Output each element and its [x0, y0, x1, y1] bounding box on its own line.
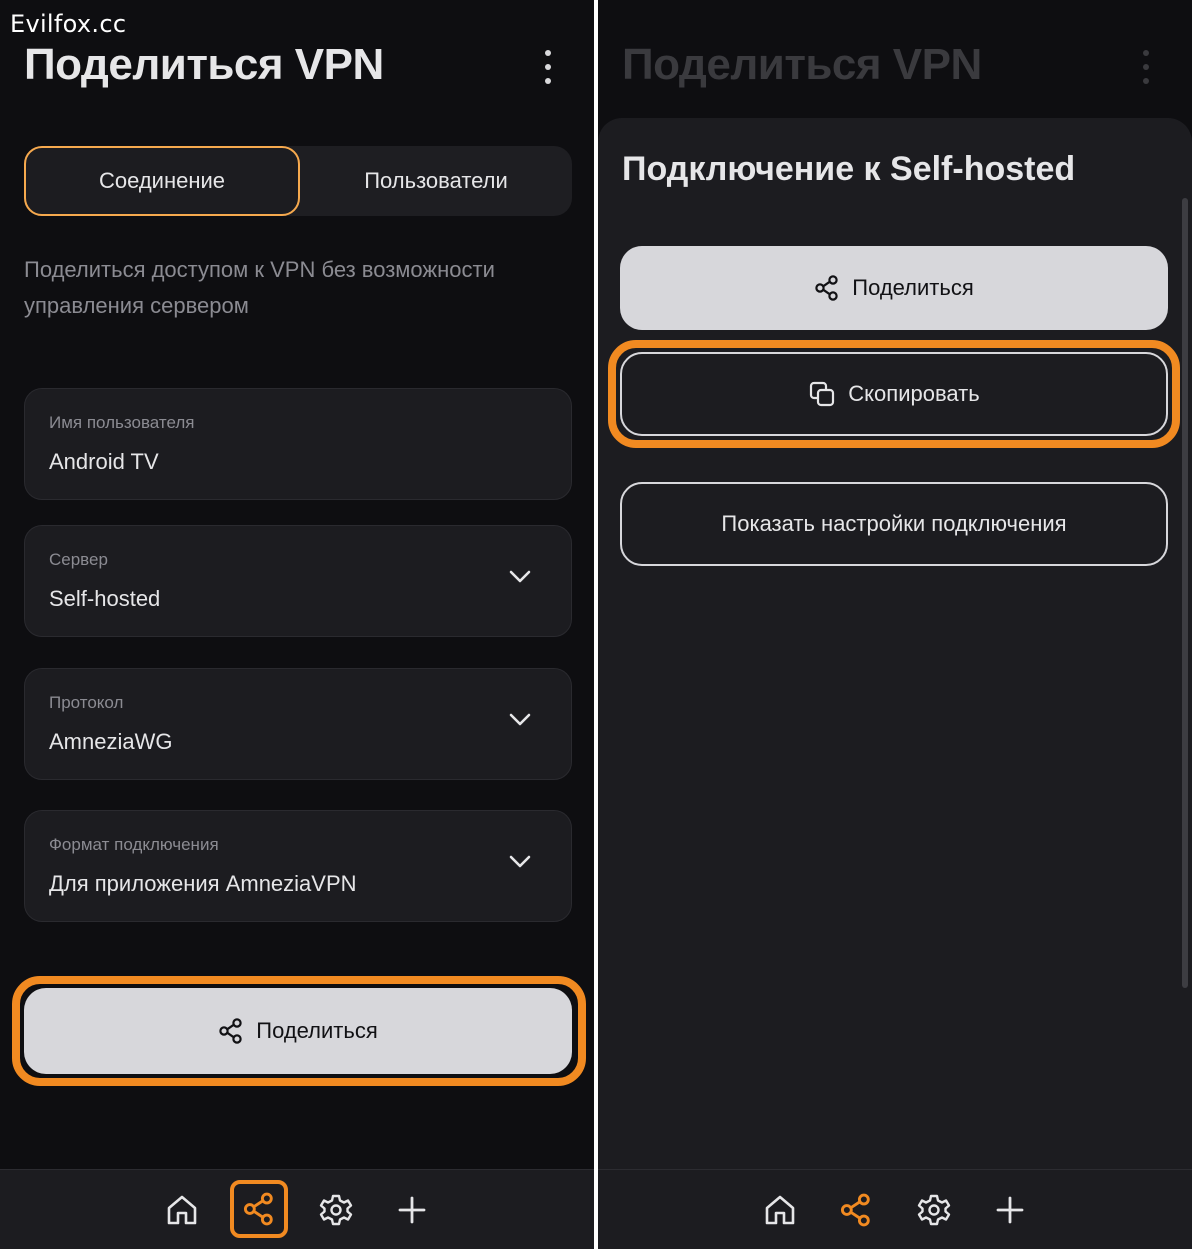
- home-icon: [167, 1195, 197, 1225]
- gear-icon: [319, 1194, 353, 1226]
- nav-add[interactable]: [386, 1184, 438, 1236]
- tab-users[interactable]: Пользователи: [300, 146, 572, 216]
- copy-icon: [810, 381, 835, 407]
- protocol-dropdown[interactable]: Протокол AmneziaWG: [24, 668, 572, 780]
- username-value: Android TV: [49, 449, 159, 474]
- chevron-down-icon: [509, 713, 531, 726]
- connection-format-label: Формат подключения: [49, 835, 219, 854]
- nav-share[interactable]: [830, 1184, 882, 1236]
- bottom-nav: [0, 1169, 594, 1249]
- plus-icon: [996, 1196, 1024, 1224]
- share-button-label: Поделиться: [852, 275, 974, 300]
- username-field[interactable]: Имя пользователя Android TV: [24, 388, 572, 500]
- share-button[interactable]: Поделиться: [620, 246, 1168, 330]
- copy-button-label: Скопировать: [848, 381, 980, 406]
- share-icon: [219, 1018, 242, 1044]
- page-title: Поделиться VPN: [622, 40, 982, 89]
- nav-settings[interactable]: [310, 1184, 362, 1236]
- home-icon: [765, 1195, 795, 1225]
- share-button[interactable]: Поделиться: [24, 988, 572, 1074]
- chevron-down-icon: [509, 855, 531, 868]
- nav-home[interactable]: [754, 1184, 806, 1236]
- tab-bar: Соединение Пользователи: [24, 146, 572, 216]
- chevron-down-icon: [509, 570, 531, 583]
- show-connection-settings-button[interactable]: Показать настройки подключения: [620, 482, 1168, 566]
- share-vpn-screen: Поделиться VPN Соединение Пользователи П…: [0, 0, 594, 1249]
- connection-format-dropdown[interactable]: Формат подключения Для приложения Amnezi…: [24, 810, 572, 922]
- watermark: Evilfox.cc: [10, 10, 127, 38]
- server-dropdown[interactable]: Сервер Self-hosted: [24, 525, 572, 637]
- bottom-sheet: Подключение к Self-hosted Поделиться Ско…: [598, 118, 1192, 1178]
- share-sheet-screen: Поделиться VPN Подключение к Self-hosted…: [598, 0, 1192, 1249]
- scrollbar[interactable]: [1182, 198, 1188, 988]
- connection-format-value: Для приложения AmneziaVPN: [49, 871, 357, 896]
- sheet-title: Подключение к Self-hosted: [622, 150, 1076, 188]
- more-menu-icon: [1140, 50, 1152, 84]
- protocol-value: AmneziaWG: [49, 729, 173, 754]
- nav-share[interactable]: [230, 1180, 288, 1238]
- server-value: Self-hosted: [49, 586, 161, 611]
- share-icon: [243, 1192, 273, 1226]
- copy-button[interactable]: Скопировать: [620, 352, 1168, 436]
- share-icon: [840, 1193, 870, 1227]
- share-icon: [815, 275, 838, 301]
- nav-home[interactable]: [156, 1184, 208, 1236]
- page-title: Поделиться VPN: [24, 40, 384, 89]
- more-menu-icon[interactable]: [542, 50, 554, 84]
- plus-icon: [398, 1196, 426, 1224]
- share-description: Поделиться доступом к VPN без возможност…: [24, 257, 495, 318]
- nav-add[interactable]: [984, 1184, 1036, 1236]
- tab-connection[interactable]: Соединение: [24, 146, 300, 216]
- bottom-nav: [598, 1169, 1192, 1249]
- share-button-label: Поделиться: [256, 1018, 378, 1043]
- show-connection-settings-label: Показать настройки подключения: [721, 511, 1067, 536]
- server-label: Сервер: [49, 550, 108, 569]
- nav-settings[interactable]: [908, 1184, 960, 1236]
- username-label: Имя пользователя: [49, 413, 195, 432]
- protocol-label: Протокол: [49, 693, 124, 712]
- gear-icon: [917, 1194, 951, 1226]
